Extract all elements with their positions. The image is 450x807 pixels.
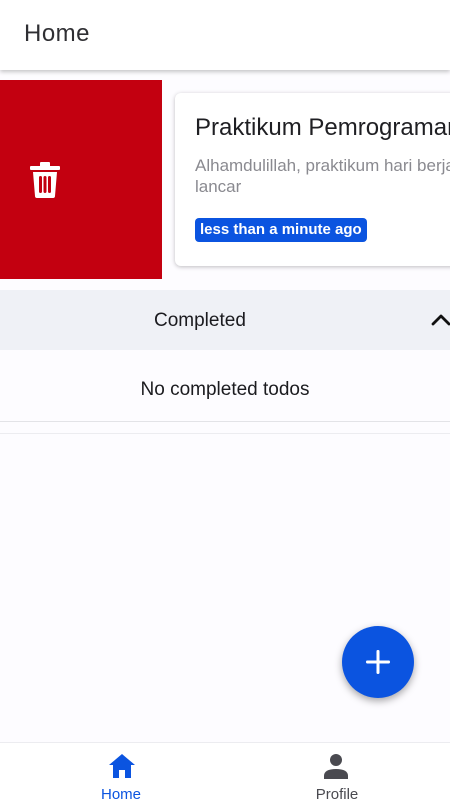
page-title: Home: [24, 20, 91, 47]
nav-label-home: Home: [100, 786, 141, 803]
todo-description: Alhamdulillah, praktikum hari berjalan l…: [195, 155, 450, 197]
chevron-up-icon[interactable]: [428, 306, 450, 332]
completed-section-header[interactable]: Completed: [0, 290, 450, 350]
completed-header-label: Completed: [154, 310, 246, 331]
trash-icon: [30, 162, 60, 198]
add-todo-button[interactable]: [342, 626, 414, 698]
bottom-navigation: Home Profile: [0, 742, 450, 807]
time-badge: less than a minute ago: [195, 218, 367, 242]
todo-description-line: Alhamdulillah, praktikum hari berjalan: [195, 156, 450, 175]
todo-swipe-row[interactable]: Praktikum Pemrograman Alhamdulillah, pra…: [0, 80, 450, 279]
person-icon: [324, 754, 348, 779]
divider: [0, 433, 450, 434]
swipe-delete-background[interactable]: [0, 80, 162, 279]
todo-card[interactable]: Praktikum Pemrograman Alhamdulillah, pra…: [175, 93, 450, 266]
completed-empty-state: No completed todos: [0, 350, 450, 422]
nav-item-home[interactable]: Home: [8, 743, 234, 807]
todo-title: Praktikum Pemrograman: [195, 114, 450, 141]
nav-item-profile[interactable]: Profile: [224, 743, 450, 807]
todo-description-line: lancar: [195, 177, 242, 196]
home-icon: [109, 754, 135, 778]
plus-icon: [366, 650, 390, 674]
nav-label-profile: Profile: [315, 786, 359, 803]
app-bar: Home: [0, 0, 450, 70]
empty-message: No completed todos: [140, 379, 310, 400]
